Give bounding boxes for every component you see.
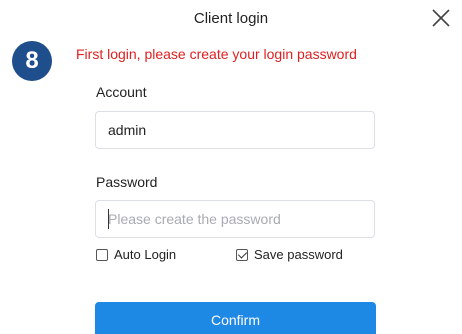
account-label: Account xyxy=(96,84,147,100)
confirm-button[interactable]: Confirm xyxy=(95,302,376,334)
auto-login-label: Auto Login xyxy=(114,247,177,262)
save-password-label: Save password xyxy=(254,247,343,262)
password-input[interactable] xyxy=(95,200,375,238)
step-badge: 8 xyxy=(12,41,52,81)
close-icon[interactable] xyxy=(430,7,452,29)
password-label: Password xyxy=(96,174,158,190)
save-password-checkbox[interactable]: Save password xyxy=(236,247,343,262)
auto-login-box[interactable] xyxy=(96,248,108,261)
save-password-box[interactable] xyxy=(236,248,248,261)
login-dialog: Client login 8 First login, please creat… xyxy=(0,0,462,334)
first-login-notice: First login, please create your login pa… xyxy=(76,46,357,62)
account-input[interactable] xyxy=(95,111,375,149)
dialog-title: Client login xyxy=(193,10,269,27)
text-caret xyxy=(108,209,109,229)
auto-login-checkbox[interactable]: Auto Login xyxy=(96,247,176,262)
